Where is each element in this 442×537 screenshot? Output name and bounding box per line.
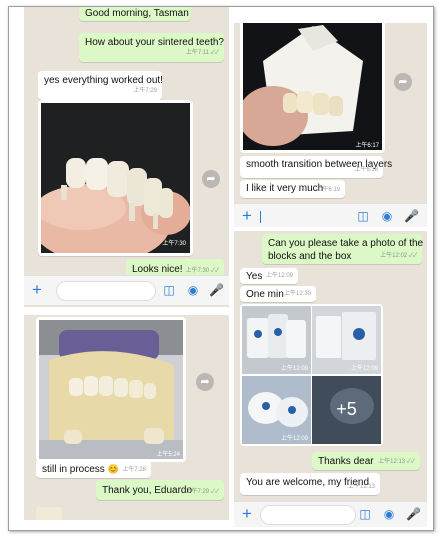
message-time: 上午7:29 ✓✓ xyxy=(185,489,219,495)
message-time: 上午12:13 xyxy=(347,484,375,490)
forward-icon[interactable]: ➦ xyxy=(196,373,214,391)
plus-icon[interactable]: + xyxy=(32,281,42,299)
message-good-morning[interactable]: Good morning, Tasman xyxy=(79,7,191,21)
message-smooth-transition[interactable]: smooth transition between layers 上午6:18 xyxy=(240,156,392,178)
gallery-photo-blocks[interactable]: 上午12:09 xyxy=(242,306,311,374)
photo-time: 上午12:09 xyxy=(280,366,308,372)
screenshot-collage: Good morning, Tasman How about your sint… xyxy=(8,6,434,531)
chat-panel-sintered-teeth[interactable]: Good morning, Tasman How about your sint… xyxy=(24,7,229,307)
compose-bar: + ◫ ◉ 🎤 xyxy=(234,501,427,527)
plus-icon[interactable]: + xyxy=(242,505,252,523)
message-text: still in process xyxy=(42,464,105,475)
smile-emoji-icon: 😊 xyxy=(107,464,119,474)
hand-holding-zirconia-bridge-image xyxy=(41,103,190,253)
more-photos-count: +5 xyxy=(336,399,357,419)
message-thank-you-eduardo[interactable]: Thank you, Eduardo 上午7:29 ✓✓ xyxy=(96,480,224,500)
message-time: 上午12:09 xyxy=(265,273,293,279)
microphone-icon[interactable]: 🎤 xyxy=(404,209,419,223)
message-yes[interactable]: Yes 上午12:09 xyxy=(240,268,298,284)
message-still-in-process[interactable]: still in process 😊 上午7:28 xyxy=(36,460,151,478)
message-time: 上午12:02 ✓✓ xyxy=(380,253,417,259)
gallery-photo-discs[interactable]: 上午12:09 xyxy=(242,376,311,444)
gallery-more-photos[interactable]: +5 xyxy=(312,376,381,444)
compose-bar: + ◫ ◉ 🎤 xyxy=(234,203,427,227)
message-text: I like it very much xyxy=(246,183,324,194)
chat-panel-smooth-transition[interactable]: 上午6:17 ➦ smooth transition between layer… xyxy=(234,23,427,227)
photo-time: 上午12:09 xyxy=(350,366,378,372)
message-time: 上午7:29 xyxy=(133,88,157,94)
message-text: Thank you, Eduardo xyxy=(102,485,193,496)
chat-panel-in-process[interactable]: 上午5:24 ➦ still in process 😊 上午7:28 Thank… xyxy=(24,315,229,520)
plus-icon[interactable]: + xyxy=(242,207,252,225)
message-you-are-welcome[interactable]: You are welcome, my friend 上午12:13 xyxy=(240,473,380,495)
message-time: 上午7:28 xyxy=(122,467,146,473)
text-cursor xyxy=(260,211,261,223)
camera-icon[interactable]: ◉ xyxy=(186,283,200,297)
forward-icon[interactable]: ➦ xyxy=(202,170,220,188)
message-text: Good morning, Tasman xyxy=(85,8,189,19)
photo-gallery[interactable]: 上午12:09 上午12:09 上午12:09 +5 xyxy=(240,304,383,446)
microphone-icon[interactable]: 🎤 xyxy=(406,507,421,521)
message-photo-crown[interactable]: 上午7:30 xyxy=(38,100,193,256)
message-text-line-1: Can you please take a photo of the xyxy=(268,238,424,249)
message-input[interactable] xyxy=(56,281,156,301)
message-photo-request[interactable]: Can you please take a photo of the block… xyxy=(262,234,424,264)
forward-icon[interactable]: ➦ xyxy=(394,73,412,91)
message-time: 上午6:18 xyxy=(354,167,378,173)
photo-time: 上午6:17 xyxy=(355,143,379,149)
photo-time: 上午5:24 xyxy=(156,452,180,458)
sticker-icon[interactable]: ◫ xyxy=(358,507,372,521)
message-text: Looks nice! xyxy=(132,264,183,275)
message-one-min[interactable]: One min 上午12:30 xyxy=(240,286,316,302)
message-text: Yes xyxy=(246,271,263,282)
photo-time: 上午12:09 xyxy=(280,436,308,442)
message-time: 上午6:19 xyxy=(316,187,340,193)
microphone-icon[interactable]: 🎤 xyxy=(209,283,224,297)
message-thanks-dear[interactable]: Thanks dear 上午12:13 ✓✓ xyxy=(312,452,420,470)
sticker-icon[interactable]: ◫ xyxy=(162,283,176,297)
chat-panel-blocks-and-box[interactable]: Can you please take a photo of the block… xyxy=(234,231,427,527)
thumbnail-photo[interactable] xyxy=(36,507,62,520)
gallery-photo-boxes[interactable]: 上午12:09 xyxy=(312,306,381,374)
message-time: 上午12:30 xyxy=(283,291,311,297)
tissue-crown-photo[interactable]: 上午6:17 xyxy=(240,23,385,153)
sticker-icon[interactable]: ◫ xyxy=(356,209,370,223)
message-text: One min xyxy=(246,289,284,300)
message-sintered-teeth[interactable]: How about your sintered teeth? 上午7:11 ✓✓ xyxy=(79,33,224,62)
camera-icon[interactable]: ◉ xyxy=(382,507,396,521)
crown-in-tissue-image xyxy=(240,23,382,150)
camera-icon[interactable]: ◉ xyxy=(380,209,394,223)
message-worked-out[interactable]: yes everything worked out! 上午7:29 xyxy=(38,71,163,100)
photo-time: 上午7:30 xyxy=(162,241,186,247)
message-i-like-it[interactable]: I like it very much 上午6:19 xyxy=(240,180,345,198)
message-time: 上午12:13 ✓✓ xyxy=(378,459,415,465)
dental-model-photo[interactable]: 上午5:24 xyxy=(36,317,186,462)
dental-model-with-bridge-image xyxy=(39,320,183,459)
message-input[interactable] xyxy=(260,505,356,525)
message-text: Thanks dear xyxy=(318,456,374,467)
compose-bar: + ◫ ◉ 🎤 xyxy=(24,275,229,305)
crown-bridge-photo[interactable]: 上午7:30 xyxy=(41,103,190,253)
message-time: 上午7:11 ✓✓ xyxy=(185,50,219,56)
